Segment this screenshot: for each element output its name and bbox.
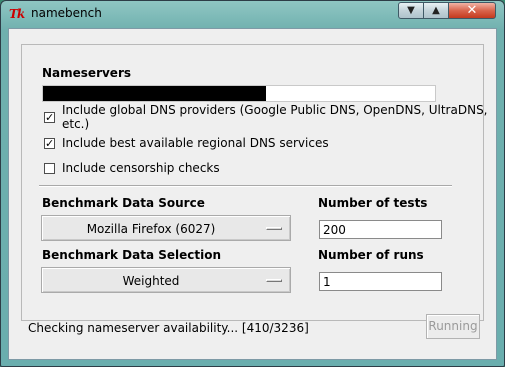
main-panel: Nameservers ✓ Include global DNS provide… <box>8 28 497 360</box>
status-text: Checking nameserver availability... [410… <box>28 321 309 335</box>
separator <box>39 185 452 187</box>
title-bar[interactable]: Tk namebench ▼ ▲ ✕ <box>1 1 504 27</box>
censorship-label: Include censorship checks <box>62 161 220 175</box>
benchmark-selection-menubutton[interactable]: Weighted <box>41 267 291 293</box>
censorship-checkbox[interactable] <box>44 162 55 174</box>
maximize-icon: ▲ <box>432 5 440 16</box>
running-button[interactable]: Running <box>426 314 480 339</box>
number-of-tests-input[interactable]: 200 <box>319 220 442 239</box>
benchmark-source-menubutton[interactable]: Mozilla Firefox (6027) <box>41 215 291 241</box>
benchmark-selection-label: Benchmark Data Selection <box>42 248 222 262</box>
number-of-tests-label: Number of tests <box>318 196 428 210</box>
nameserver-progress-bar <box>42 85 436 102</box>
option-regional-dns[interactable]: ✓ Include best available regional DNS se… <box>44 135 329 151</box>
minimize-button[interactable]: ▼ <box>398 2 424 19</box>
regional-dns-checkbox[interactable]: ✓ <box>44 137 55 149</box>
menu-indicator-icon <box>266 227 282 230</box>
option-censorship[interactable]: Include censorship checks <box>44 160 220 176</box>
tk-feather-icon: Tk <box>9 7 25 21</box>
nameservers-label: Nameservers <box>42 66 132 80</box>
maximize-button[interactable]: ▲ <box>423 2 449 19</box>
menu-indicator-icon <box>266 279 282 282</box>
app-window: Tk namebench ▼ ▲ ✕ Nameservers ✓ Include… <box>0 0 505 367</box>
regional-dns-label: Include best available regional DNS serv… <box>62 136 329 150</box>
global-dns-checkbox[interactable]: ✓ <box>44 111 55 123</box>
benchmark-selection-value: Weighted <box>122 274 180 288</box>
number-of-runs-input[interactable]: 1 <box>319 272 442 291</box>
progress-fill <box>43 86 267 101</box>
option-global-dns[interactable]: ✓ Include global DNS providers (Google P… <box>44 103 496 131</box>
benchmark-source-value: Mozilla Firefox (6027) <box>86 222 216 236</box>
benchmark-source-label: Benchmark Data Source <box>42 196 205 210</box>
window-title: namebench <box>31 6 102 20</box>
close-icon: ✕ <box>466 3 478 18</box>
global-dns-label: Include global DNS providers (Google Pub… <box>62 103 488 131</box>
minimize-icon: ▼ <box>407 5 415 16</box>
number-of-runs-label: Number of runs <box>318 248 424 262</box>
close-button[interactable]: ✕ <box>448 2 496 19</box>
